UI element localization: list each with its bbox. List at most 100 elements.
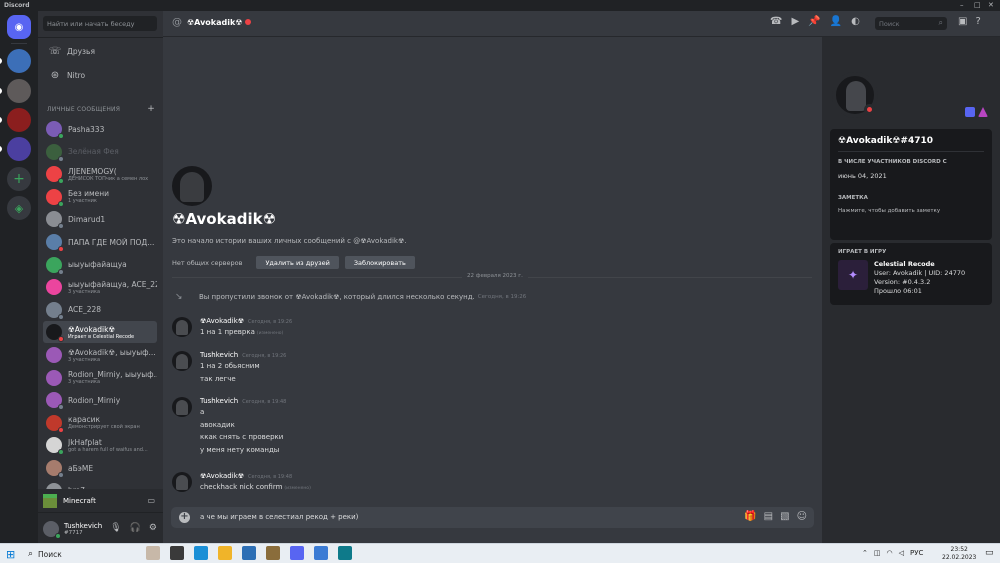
chat-header: @ ☢Avokadik☢ ☎ ▶ 📌 👤 ◐ Поиск ⌕ ▣ ? <box>163 11 1000 37</box>
add-friend-icon[interactable]: 👤 <box>830 16 842 27</box>
task-view-icon[interactable] <box>170 546 184 560</box>
remove-friend-button[interactable]: Удалить из друзей <box>256 256 339 269</box>
dm-text: аБэМЕ <box>68 464 93 473</box>
clock[interactable]: 23:52 22.02.2023 <box>942 546 976 562</box>
dm-item[interactable]: ACE_228 <box>43 299 157 321</box>
taskbar-search[interactable]: ⌕ Поиск <box>28 547 138 561</box>
activity-label: Minecraft <box>63 496 96 505</box>
block-button[interactable]: Заблокировать <box>344 256 415 269</box>
dm-item[interactable]: Pasha333 <box>43 118 157 140</box>
dm-item[interactable]: аБэМЕ <box>43 457 157 479</box>
avatar[interactable] <box>172 472 192 492</box>
maximize-icon[interactable]: □ <box>974 1 981 9</box>
message-header: Tushkevich Сегодня, в 19:26 <box>200 351 286 359</box>
app-icon[interactable] <box>314 546 328 560</box>
user-profile-icon[interactable]: ◐ <box>851 16 860 27</box>
widget-icon[interactable] <box>146 546 160 560</box>
message-input[interactable]: а че мы играем в селестиал рекод + реки) <box>200 513 358 521</box>
dm-subtitle: Демонстрирует свой экран <box>68 424 140 431</box>
message-author[interactable]: Tushkevich <box>200 397 238 405</box>
dm-item[interactable]: ЛЈЕNЕМОGУ(ДЕНИСОК ТОПчик а семен лох <box>43 163 157 185</box>
headphones-icon[interactable]: 🎧 <box>130 523 141 533</box>
voice-call-icon[interactable]: ☎ <box>770 16 782 27</box>
message-author[interactable]: ☢Avokadik☢ <box>200 472 244 480</box>
dm-item[interactable]: ПАПА ГДЕ МОЙ ПОД... <box>43 231 157 253</box>
language-indicator[interactable]: РУС <box>910 549 923 557</box>
mic-icon[interactable]: 🎙 <box>110 523 121 533</box>
avatar <box>46 121 64 139</box>
minecraft-icon[interactable] <box>266 546 280 560</box>
inbox-icon[interactable]: ▣ <box>958 16 967 27</box>
search-input[interactable]: Поиск ⌕ <box>875 17 947 30</box>
avatar <box>46 437 64 456</box>
avatar[interactable] <box>172 317 192 337</box>
home-button[interactable]: ◉ <box>7 15 31 39</box>
server-icon[interactable] <box>0 49 31 73</box>
attach-plus-icon[interactable]: + <box>179 512 190 523</box>
add-server-button[interactable]: + <box>7 167 31 191</box>
avatar <box>46 188 64 207</box>
chevron-up-icon[interactable]: ⌃ <box>862 549 868 557</box>
avatar[interactable] <box>43 521 61 539</box>
chat-area: @ ☢Avokadik☢ ☎ ▶ 📌 👤 ◐ Поиск ⌕ ▣ ? ☢Avoka… <box>163 11 1000 543</box>
gif-icon[interactable]: ▤ <box>764 511 773 522</box>
dm-item[interactable]: JkHafplat got a harem full of waifus and.… <box>43 434 157 456</box>
dm-item[interactable]: ыыуыфайащуа, ACE_228 3 участника <box>43 276 157 298</box>
server-icon[interactable] <box>0 108 31 132</box>
volume-icon[interactable]: ◁ <box>899 549 904 557</box>
compass-icon: ◈ <box>14 201 24 215</box>
notifications-icon[interactable]: ▭ <box>985 548 994 558</box>
create-dm-icon[interactable]: + <box>147 104 155 114</box>
friends-icon: ☏ <box>48 45 62 57</box>
timestamp: Сегодня, в 19:48 <box>242 399 287 405</box>
network-icon[interactable]: ◫ <box>874 549 881 557</box>
wifi-icon[interactable]: ◠ <box>887 549 893 557</box>
pin-icon[interactable]: 📌 <box>808 16 820 27</box>
find-conversation-button[interactable]: Найти или начать беседу <box>43 16 157 31</box>
dm-item[interactable]: Rodion_Mirniy <box>43 389 157 411</box>
edge-icon[interactable] <box>194 546 208 560</box>
help-icon[interactable]: ? <box>975 16 980 27</box>
dm-item[interactable]: ☢Avokadik☢, ыыуыф... 3 участника <box>43 344 157 366</box>
user-profile-panel: ☢Avokadik☢#4710 В ЧИСЛЕ УЧАСТНИКОВ DISCO… <box>822 37 1000 543</box>
game-title: Celestial Recode <box>874 260 935 268</box>
avatar[interactable] <box>172 351 192 371</box>
server-icon[interactable] <box>0 137 31 161</box>
gift-icon[interactable]: 🎁 <box>744 511 756 522</box>
window-title: Discord <box>4 2 30 9</box>
store-icon[interactable] <box>242 546 256 560</box>
server-icon[interactable] <box>0 79 31 103</box>
snipping-tool-icon[interactable] <box>338 546 352 560</box>
close-icon[interactable]: ✕ <box>988 1 994 9</box>
emoji-icon[interactable]: ☺ <box>797 511 807 522</box>
sidebar-item-friends[interactable]: ☏ Друзья <box>43 42 157 60</box>
dm-item[interactable]: ыыуыфайащуа <box>43 254 157 276</box>
video-call-icon[interactable]: ▶ <box>791 16 799 27</box>
dm-subtitle: 3 участника <box>68 356 101 363</box>
discord-icon[interactable] <box>290 546 304 560</box>
dm-item[interactable]: карасик Демонстрирует свой экран <box>43 412 157 434</box>
message-author[interactable]: ☢Avokadik☢ <box>200 317 244 325</box>
dm-item[interactable]: Без имени 1 участник <box>43 186 157 208</box>
gear-icon[interactable]: ⚙ <box>149 523 157 533</box>
avatar[interactable] <box>172 397 192 417</box>
sidebar-item-nitro[interactable]: ⊛ Nitro <box>43 66 157 84</box>
sticker-icon[interactable]: ▧ <box>780 511 789 522</box>
discord-logo-icon: ◉ <box>14 21 24 33</box>
minimize-icon[interactable]: – <box>960 1 964 9</box>
plus-icon: + <box>13 171 25 187</box>
message-composer[interactable]: + а че мы играем в селестиал рекод + рек… <box>171 507 814 528</box>
explorer-icon[interactable] <box>218 546 232 560</box>
dm-item[interactable]: Зелёная Фея <box>43 141 157 163</box>
explore-servers-button[interactable]: ◈ <box>7 196 31 220</box>
intro-actions: Нет общих серверов Удалить из друзей Заб… <box>172 256 415 269</box>
dm-item[interactable]: Rodion_Mirniy, ыыуыф... 3 участника <box>43 367 157 389</box>
windows-start-icon[interactable]: ⊞ <box>6 548 15 561</box>
note-input[interactable]: Нажмите, чтобы добавить заметку <box>838 208 940 214</box>
activity-bar[interactable]: Minecraft ▭ <box>38 489 163 513</box>
dm-item[interactable]: ☢Avokadik☢ Играет в Celestial Recode <box>43 321 157 344</box>
message-author[interactable]: Tushkevich <box>200 351 238 359</box>
dm-item[interactable]: Dimarud1 <box>43 208 157 230</box>
avatar <box>46 256 64 275</box>
screen-share-icon[interactable]: ▭ <box>147 496 155 505</box>
